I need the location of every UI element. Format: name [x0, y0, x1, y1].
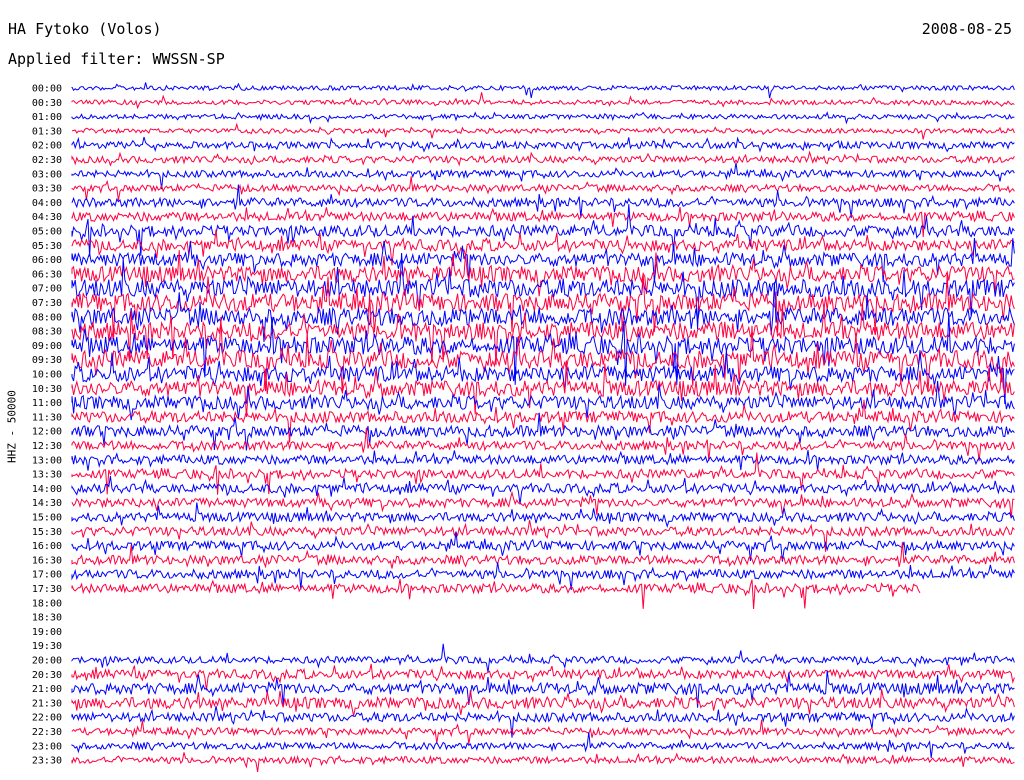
trace-line: [71, 150, 1015, 167]
tick-label: 05:30: [32, 241, 62, 252]
trace-line: [71, 732, 1015, 759]
tick-label: 21:30: [32, 698, 62, 709]
tick-label: 11:00: [32, 398, 62, 409]
tick-label: 14:30: [32, 498, 62, 509]
tick-label: 00:30: [32, 98, 62, 109]
tick-label: 08:30: [32, 327, 62, 338]
tick-label: 07:00: [32, 284, 62, 295]
tick-label: 06:00: [32, 255, 62, 266]
trace-line: [71, 476, 1015, 505]
tick-label: 02:30: [32, 155, 62, 166]
helicorder-plot: 00:00 00:30 01:00 01:30 02:00 02:30 03:00 03:30…: [32, 82, 1015, 772]
tick-label: 15:00: [32, 513, 62, 524]
seismic-traces: [71, 82, 1015, 772]
trace-line: [71, 122, 1015, 140]
tick-label: 17:00: [32, 570, 62, 581]
tick-label: 01:00: [32, 112, 62, 123]
tick-label: 07:30: [32, 298, 62, 309]
tick-label: 00:00: [32, 84, 62, 95]
trace-line: [71, 111, 1015, 125]
tick-label: 17:30: [32, 584, 62, 595]
trace-line: [71, 578, 921, 610]
trace-line: [71, 450, 1015, 471]
tick-label: 19:30: [32, 641, 62, 652]
tick-label: 01:30: [32, 126, 62, 137]
tick-label: 03:00: [32, 169, 62, 180]
tick-label: 11:30: [32, 412, 62, 423]
tick-label: 10:30: [32, 384, 62, 395]
trace-line: [71, 136, 1015, 153]
tick-label: 13:30: [32, 470, 62, 481]
trace-line: [71, 162, 1015, 190]
tick-label: 15:30: [32, 527, 62, 538]
tick-label: 23:30: [32, 756, 62, 767]
trace-line: [71, 643, 1015, 673]
trace-line: [71, 752, 1015, 772]
tick-label: 09:30: [32, 355, 62, 366]
tick-label: 22:00: [32, 713, 62, 724]
tick-label: 16:00: [32, 541, 62, 552]
trace-line: [71, 562, 1015, 590]
tick-label: 16:30: [32, 555, 62, 566]
tick-label: 21:00: [32, 684, 62, 695]
tick-label: 18:00: [32, 598, 62, 609]
tick-label: 19:00: [32, 627, 62, 638]
tick-label: 12:30: [32, 441, 62, 452]
tick-label: 10:00: [32, 370, 62, 381]
tick-label: 14:00: [32, 484, 62, 495]
tick-label: 20:30: [32, 670, 62, 681]
trace-line: [71, 502, 1015, 528]
tick-label: 23:00: [32, 741, 62, 752]
trace-line: [71, 176, 1015, 201]
tick-label: 04:30: [32, 212, 62, 223]
tick-label: 20:00: [32, 656, 62, 667]
tick-label: 22:30: [32, 727, 62, 738]
tick-label: 08:00: [32, 312, 62, 323]
tick-label: 04:00: [32, 198, 62, 209]
tick-label: 12:00: [32, 427, 62, 438]
tick-label: 06:30: [32, 269, 62, 280]
trace-line: [71, 206, 1015, 238]
time-tick-labels: 00:00 00:30 01:00 01:30 02:00 02:30 03:00 03:30…: [32, 84, 62, 767]
trace-line: [71, 92, 1015, 110]
tick-label: 05:00: [32, 227, 62, 238]
tick-label: 09:00: [32, 341, 62, 352]
tick-label: 13:00: [32, 455, 62, 466]
tick-label: 03:30: [32, 184, 62, 195]
tick-label: 18:30: [32, 613, 62, 624]
trace-line: [71, 82, 1015, 99]
tick-label: 02:00: [32, 141, 62, 152]
